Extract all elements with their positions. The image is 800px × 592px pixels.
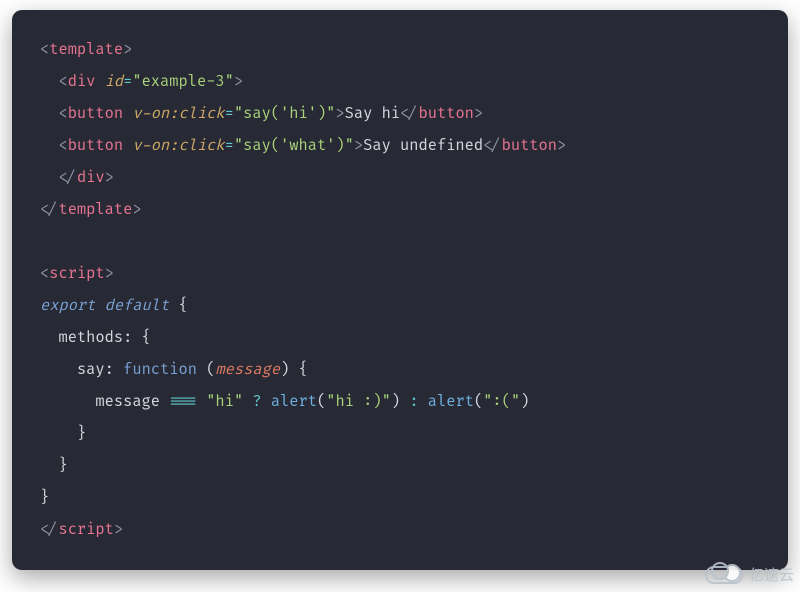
code-token: button xyxy=(419,104,474,123)
code-token: > xyxy=(132,200,141,219)
code-token: Say undefined xyxy=(363,136,483,155)
code-token xyxy=(197,392,206,411)
code-token: message xyxy=(215,360,280,379)
code-line: } xyxy=(40,482,760,514)
cloud-icon: ∞ xyxy=(703,562,743,586)
code-token: alert xyxy=(271,392,317,411)
code-token: v-on:click xyxy=(132,136,224,155)
code-token: alert xyxy=(428,392,474,411)
code-token: "say('what')" xyxy=(234,136,354,155)
code-token: "hi :)" xyxy=(326,392,391,411)
code-token: === xyxy=(169,392,197,411)
code-line: methods: { xyxy=(40,322,760,354)
code-token: > xyxy=(234,72,243,91)
code-token: </ xyxy=(400,104,418,123)
code-token: "say('hi')" xyxy=(234,104,336,123)
code-token: say xyxy=(77,360,105,379)
code-token: Say hi xyxy=(345,104,400,123)
code-token: > xyxy=(474,104,483,123)
code-line: <div id="example-3"> xyxy=(40,66,760,98)
code-token: button xyxy=(502,136,557,155)
code-token: : xyxy=(105,360,123,379)
code-token: </ xyxy=(483,136,501,155)
code-line: </template> xyxy=(40,194,760,226)
code-token: > xyxy=(105,264,114,283)
code-token: > xyxy=(354,136,363,155)
code-token: > xyxy=(105,168,114,187)
code-line: export default { xyxy=(40,290,760,322)
code-line: say: function (message) { xyxy=(40,354,760,386)
code-token: div xyxy=(68,72,96,91)
code-token: > xyxy=(335,104,344,123)
code-token: button xyxy=(68,136,123,155)
watermark: ∞ 亿速云 xyxy=(703,562,794,586)
code-token: div xyxy=(77,168,105,187)
watermark-text: 亿速云 xyxy=(749,564,794,585)
code-token xyxy=(95,72,104,91)
code-token: </ xyxy=(40,520,58,539)
code-line: message === "hi" ? alert("hi :)") : aler… xyxy=(40,386,760,418)
code-token: = xyxy=(123,72,132,91)
code-token: button xyxy=(68,104,123,123)
code-block: <template> <div id="example-3"> <button … xyxy=(40,34,760,546)
code-token: </ xyxy=(58,168,76,187)
code-token: > xyxy=(557,136,566,155)
code-token: < xyxy=(40,264,49,283)
code-token: > xyxy=(114,520,123,539)
code-token: > xyxy=(123,40,132,59)
code-token: : xyxy=(409,392,427,411)
code-line: </script> xyxy=(40,514,760,546)
code-line: } xyxy=(40,418,760,450)
code-token: "hi" xyxy=(206,392,243,411)
code-token: script xyxy=(49,264,104,283)
code-token xyxy=(123,104,132,123)
code-token: < xyxy=(58,104,67,123)
code-token: ( xyxy=(474,392,483,411)
code-token: = xyxy=(225,104,234,123)
code-token: script xyxy=(58,520,113,539)
code-token: } xyxy=(40,488,49,507)
code-token: v-on:click xyxy=(132,104,224,123)
code-token: } xyxy=(58,456,67,475)
code-token: ( xyxy=(197,360,215,379)
code-token: ( xyxy=(317,392,326,411)
code-token: } xyxy=(77,424,86,443)
code-token: function xyxy=(123,360,197,379)
code-token: : { xyxy=(123,328,151,347)
code-token: message xyxy=(95,392,169,411)
code-token: ? xyxy=(243,392,271,411)
code-token: </ xyxy=(40,200,58,219)
code-line: } xyxy=(40,450,760,482)
code-token: template xyxy=(49,40,123,59)
code-token: < xyxy=(58,72,67,91)
code-token: export default xyxy=(40,296,169,315)
code-token: < xyxy=(40,40,49,59)
code-token: { xyxy=(169,296,187,315)
code-token xyxy=(123,136,132,155)
code-line: <script> xyxy=(40,258,760,290)
code-screenshot-frame: <template> <div id="example-3"> <button … xyxy=(12,10,788,570)
code-line: </div> xyxy=(40,162,760,194)
code-line: <button v-on:click="say('hi')">Say hi</b… xyxy=(40,98,760,130)
code-token: ) xyxy=(391,392,409,411)
code-token: template xyxy=(58,200,132,219)
code-token: ) { xyxy=(280,360,308,379)
code-token: < xyxy=(58,136,67,155)
code-line: <button v-on:click="say('what')">Say und… xyxy=(40,130,760,162)
code-token: ":(" xyxy=(483,392,520,411)
code-line: <template> xyxy=(40,34,760,66)
code-line xyxy=(40,226,760,258)
code-token: ) xyxy=(520,392,529,411)
code-token: id xyxy=(105,72,123,91)
code-token: = xyxy=(225,136,234,155)
code-token: methods xyxy=(58,328,123,347)
code-token: "example-3" xyxy=(132,72,234,91)
